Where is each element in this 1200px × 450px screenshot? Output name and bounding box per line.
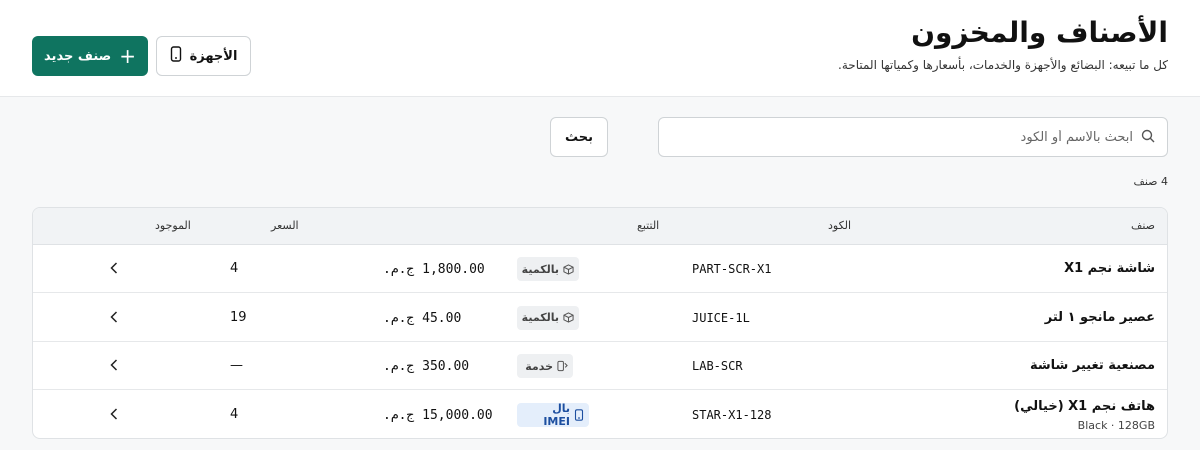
item-code: LAB-SCR	[692, 359, 743, 373]
page-header: الأصناف والمخزون كل ما تبيعه: البضائع وا…	[0, 0, 1200, 97]
wrench-phone-icon	[557, 360, 568, 372]
devices-button-label: الأجهزة	[189, 48, 238, 64]
search-input[interactable]	[659, 129, 1133, 145]
tracking-label: خدمة	[525, 359, 553, 373]
item-code: PART-SCR-X1	[692, 262, 772, 276]
chevron-left-icon[interactable]	[107, 307, 121, 327]
chevron-left-icon[interactable]	[107, 258, 121, 278]
tracking-badge: بالكمية	[517, 257, 579, 281]
item-detail: Black · 128GB	[1077, 418, 1155, 432]
item-stock: 4	[230, 261, 239, 276]
tracking-badge: بالكمية	[517, 305, 579, 330]
tracking-label: بالكمية	[521, 262, 559, 276]
chevron-left-icon[interactable]	[107, 404, 121, 424]
column-item: صنف	[1130, 219, 1155, 232]
item-count: 4 صنف	[1133, 175, 1168, 188]
search-field[interactable]	[658, 117, 1168, 157]
search-icon	[1141, 128, 1155, 147]
plus-icon: +	[119, 44, 136, 68]
tracking-label: بالكمية	[521, 311, 559, 324]
table-row[interactable]: هاتف نجم X1 (خيالي) Black · 128GB STAR-X1-…	[33, 391, 1167, 439]
item-name: مصنعية تغيير شاشة	[1030, 358, 1155, 373]
new-item-button[interactable]: + صنف جديد	[32, 36, 148, 76]
column-tracking: التتبع	[637, 219, 660, 232]
phone-icon	[170, 46, 182, 66]
tracking-badge: بال IMEI	[517, 401, 589, 428]
tracking-badge: خدمة	[517, 354, 573, 378]
item-code: JUICE-1L	[692, 310, 750, 325]
table-header: صنف الكود التتبع السعر الموجود	[33, 208, 1167, 245]
table-row[interactable]: عصير مانجو ١ لتر JUICE-1L بالكمية 45.00 ج.م…	[33, 294, 1167, 342]
search-button[interactable]: بحث	[550, 117, 608, 157]
column-stock: الموجود	[155, 219, 191, 232]
page-title: الأصناف والمخزون	[911, 16, 1168, 49]
devices-button[interactable]: الأجهزة	[156, 36, 251, 76]
chevron-left-icon[interactable]	[107, 355, 121, 375]
table-row[interactable]: شاشة نجم X1 PART-SCR-X1 بالكمية 1,800.00 ج.…	[33, 245, 1167, 293]
item-code: STAR-X1-128	[692, 407, 772, 422]
new-item-button-label: صنف جديد	[44, 48, 112, 64]
item-stock: —	[230, 358, 243, 373]
item-stock: 19	[230, 309, 247, 325]
item-price: 45.00 ج.م.	[383, 310, 462, 326]
box-icon	[563, 312, 574, 323]
column-code: الكود	[828, 219, 852, 232]
item-price: 350.00 ج.م.	[383, 359, 470, 374]
item-stock: 4	[230, 406, 239, 422]
item-name: عصير مانجو ١ لتر	[1044, 309, 1155, 325]
item-name: شاشة نجم X1	[1064, 261, 1155, 276]
tracking-label: بال IMEI	[543, 401, 570, 428]
item-name: هاتف نجم X1 (خيالي)	[1014, 398, 1155, 414]
column-price: السعر	[271, 219, 299, 232]
page-subtitle: كل ما تبيعه: البضائع والأجهزة والخدمات، …	[838, 58, 1168, 72]
item-price: 1,800.00 ج.م.	[383, 262, 485, 277]
item-price: 15,000.00 ج.م.	[383, 407, 493, 423]
table-row[interactable]: مصنعية تغيير شاشة LAB-SCR خدمة 350.00 ج.م. —	[33, 342, 1167, 390]
box-icon	[563, 263, 574, 275]
phone-icon	[574, 408, 584, 421]
items-table: صنف الكود التتبع السعر الموجود شاشة نجم …	[32, 207, 1168, 439]
